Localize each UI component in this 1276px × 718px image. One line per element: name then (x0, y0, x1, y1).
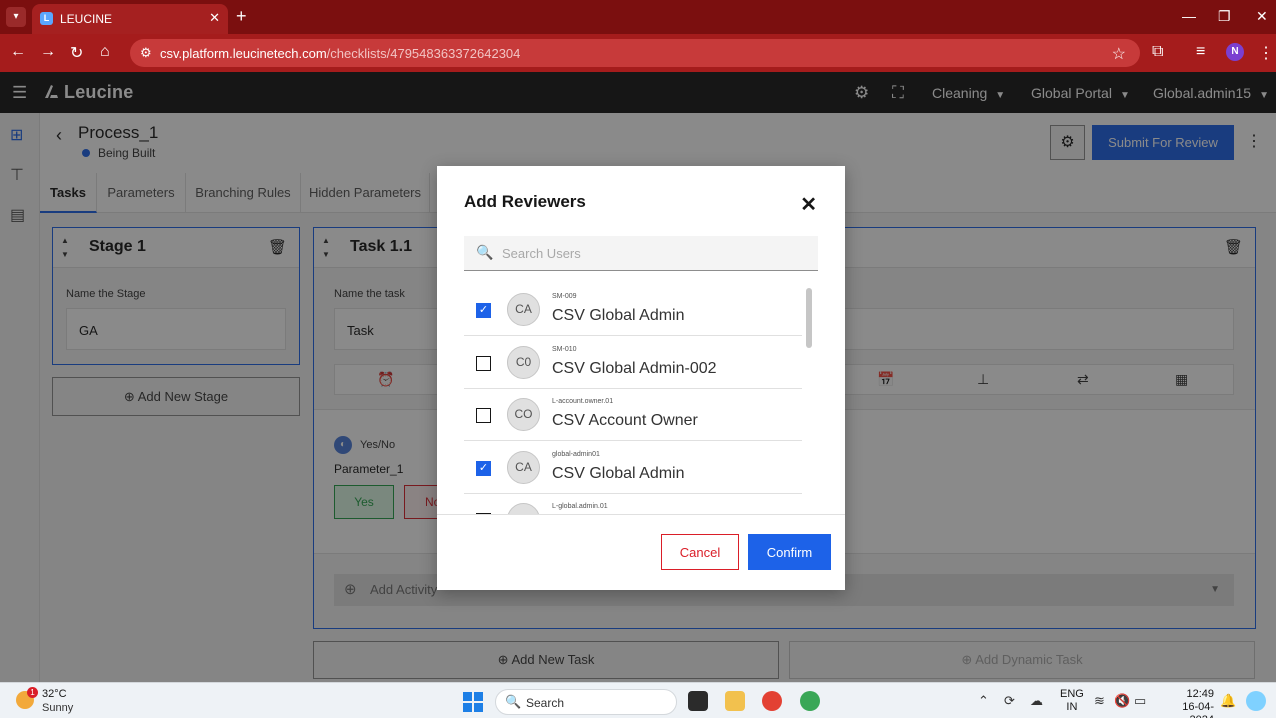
speaker-muted-icon[interactable]: 🔇 (1114, 693, 1130, 709)
windows-start-icon[interactable] (463, 692, 483, 712)
search-users-input[interactable] (502, 236, 802, 270)
avatar: C0 (507, 346, 540, 379)
chrome-profile-icon[interactable] (800, 691, 820, 711)
cancel-button[interactable]: Cancel (661, 534, 739, 570)
list-scrollbar[interactable] (806, 288, 812, 348)
list-item[interactable]: L-global.admin.01 (464, 494, 802, 514)
list-item[interactable]: ✓ CA global-admin01 CSV Global Admin (464, 442, 802, 494)
checkbox[interactable]: ✓ (476, 303, 491, 318)
media-controls-icon[interactable]: ≡ (1196, 43, 1205, 61)
temperature: 32°C (42, 688, 67, 700)
checkbox[interactable] (476, 408, 491, 423)
task-view-icon[interactable] (688, 691, 708, 711)
extensions-icon[interactable]: ⧉ (1152, 43, 1163, 61)
search-icon: 🔍 (476, 244, 494, 260)
window-close-icon[interactable]: ✕ (1256, 8, 1268, 25)
list-item[interactable]: CO L-account.owner.01 CSV Account Owner (464, 389, 802, 441)
browser-menu-icon[interactable]: ⋮ (1258, 43, 1274, 63)
bookmark-star-icon[interactable]: ☆ (1112, 44, 1126, 64)
file-explorer-icon[interactable] (725, 691, 745, 711)
chrome-icon[interactable] (762, 691, 782, 711)
profile-avatar[interactable]: N (1226, 43, 1244, 61)
restore-icon[interactable]: ❐ (1218, 8, 1231, 25)
avatar: CA (507, 451, 540, 484)
employee-id: L-global.admin.01 (552, 503, 608, 510)
os-taskbar: 1 32°C Sunny 🔍 Search ⌃ ⟳ ☁ ENG IN ≋ 🔇 ▭ … (0, 682, 1276, 718)
lang-region: IN (1066, 701, 1078, 713)
tab-search-chevron-icon[interactable]: ▾ (6, 7, 26, 27)
battery-icon[interactable]: ▭ (1134, 693, 1146, 709)
user-name: CSV Account Owner (552, 412, 698, 429)
modal-footer: Cancel Confirm (437, 514, 845, 590)
confirm-button[interactable]: Confirm (748, 534, 831, 570)
user-name: CSV Global Admin (552, 465, 685, 482)
clock-time: 12:49 (1186, 688, 1214, 700)
avatar: CO (507, 398, 540, 431)
site-info-icon[interactable]: ⚙ (140, 45, 152, 61)
close-icon[interactable]: ✕ (800, 192, 817, 217)
add-reviewers-modal: Add Reviewers ✕ 🔍 ✓ CA SM-009 CSV Global… (437, 166, 845, 590)
new-tab-icon[interactable]: + (236, 6, 247, 27)
weather-condition: Sunny (42, 702, 74, 714)
employee-id: global-admin01 (552, 451, 600, 458)
sync-icon[interactable]: ⟳ (1004, 693, 1015, 709)
wifi-icon[interactable]: ≋ (1094, 693, 1105, 709)
input-language[interactable]: ENG IN (1060, 688, 1084, 714)
list-item[interactable]: C0 SM-010 CSV Global Admin-002 (464, 337, 802, 389)
weather-badge: 1 (27, 687, 38, 698)
list-item[interactable]: ✓ CA SM-009 CSV Global Admin (464, 284, 802, 336)
modal-title: Add Reviewers (464, 192, 586, 211)
browser-tab-bar: ▾ L LEUCINE ✕ + — ❐ ✕ (0, 0, 1276, 34)
browser-tab[interactable]: L LEUCINE ✕ (32, 4, 228, 34)
url-text: csv.platform.leucinetech.com/checklists/… (160, 46, 521, 61)
clock-date: 16-04-2024 (1182, 701, 1214, 718)
close-tab-icon[interactable]: ✕ (209, 10, 220, 26)
home-icon[interactable]: ⌂ (100, 43, 110, 61)
leucine-favicon-icon: L (40, 12, 53, 25)
address-bar[interactable]: ⚙ csv.platform.leucinetech.com/checklist… (130, 39, 1140, 67)
checkbox[interactable] (476, 356, 491, 371)
employee-id: SM-010 (552, 346, 577, 353)
browser-tab-title: LEUCINE (60, 12, 113, 26)
minimize-icon[interactable]: — (1182, 8, 1196, 24)
search-field: 🔍 (464, 236, 818, 271)
lang-code: ENG (1060, 688, 1084, 700)
taskbar-search-label: Search (526, 696, 565, 710)
employee-id: SM-009 (552, 293, 577, 300)
taskbar-search[interactable]: 🔍 Search (495, 689, 677, 715)
employee-id: L-account.owner.01 (552, 398, 614, 405)
avatar: CA (507, 293, 540, 326)
reload-icon[interactable]: ↻ (70, 43, 83, 63)
copilot-icon[interactable] (1246, 691, 1266, 711)
search-icon: 🔍 (505, 694, 522, 709)
checkbox[interactable]: ✓ (476, 461, 491, 476)
tray-chevron-icon[interactable]: ⌃ (978, 693, 989, 709)
system-clock[interactable]: 12:4916-04-2024 (1160, 688, 1214, 718)
cloud-icon[interactable]: ☁ (1030, 693, 1043, 709)
browser-toolbar: ← → ↻ ⌂ ⚙ csv.platform.leucinetech.com/c… (0, 34, 1276, 72)
back-arrow-icon[interactable]: ← (10, 43, 26, 61)
user-name: CSV Global Admin-002 (552, 360, 717, 377)
avatar (507, 503, 540, 514)
forward-arrow-icon[interactable]: → (40, 43, 56, 61)
notification-bell-icon[interactable]: 🔔 (1220, 693, 1236, 709)
user-name: CSV Global Admin (552, 307, 685, 324)
reviewer-list: ✓ CA SM-009 CSV Global Admin C0 SM-010 C… (464, 284, 818, 514)
